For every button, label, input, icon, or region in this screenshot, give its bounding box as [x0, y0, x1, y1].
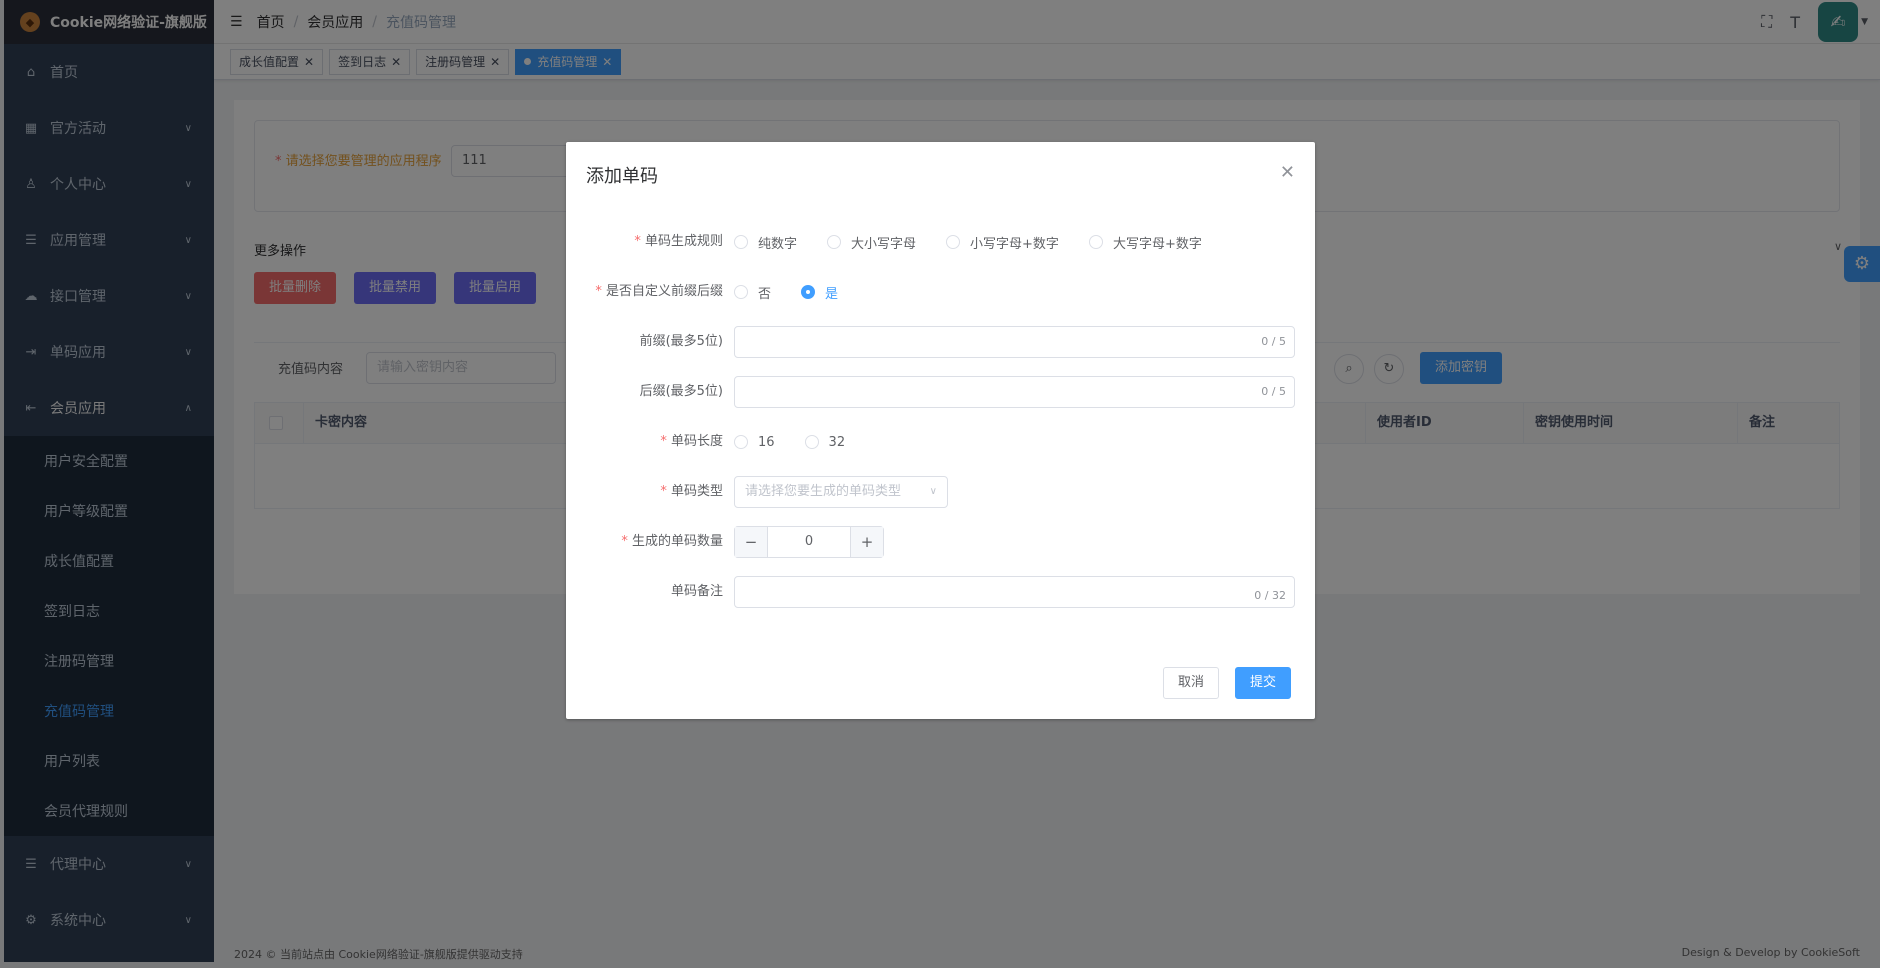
row-length: * 单码长度 16 32 — [566, 426, 1315, 458]
length-radio-group: 16 32 — [734, 426, 875, 458]
radio-length-16[interactable]: 16 — [734, 435, 775, 450]
rule-radio-group: 纯数字 大小写字母 小写字母+数字 大写字母+数字 — [734, 226, 1232, 258]
quantity-input[interactable]: 0 — [767, 527, 851, 557]
row-custom: * 是否自定义前缀后缀 否 是 — [566, 276, 1315, 308]
prefix-input[interactable]: 0 / 5 — [734, 326, 1295, 358]
radio-circle — [804, 435, 819, 449]
type-select[interactable]: 请选择您要生成的单码类型 ∨ — [734, 476, 948, 508]
row-suffix: 后缀(最多5位) 0 / 5 — [566, 376, 1315, 408]
radio-rule-mixed-letters[interactable]: 大小写字母 — [827, 233, 916, 252]
radio-custom-no[interactable]: 否 — [734, 283, 771, 302]
custom-radio-group: 否 是 — [734, 276, 868, 308]
add-code-dialog: 添加单码 ✕ * 单码生成规则 纯数字 大小写字母 小写字母+数字 大写字母+数… — [566, 142, 1315, 719]
submit-button[interactable]: 提交 — [1235, 667, 1292, 699]
chevron-down-icon: ∨ — [929, 486, 937, 497]
radio-rule-lower-digits[interactable]: 小写字母+数字 — [946, 233, 1059, 252]
decrement-button[interactable]: − — [735, 527, 767, 557]
row-note: 单码备注 0 / 32 — [566, 576, 1315, 608]
row-rule: * 单码生成规则 纯数字 大小写字母 小写字母+数字 大写字母+数字 — [566, 226, 1315, 258]
row-prefix: 前缀(最多5位) 0 / 5 — [566, 326, 1315, 358]
radio-custom-yes[interactable]: 是 — [801, 283, 838, 302]
radio-rule-upper-digits[interactable]: 大写字母+数字 — [1088, 233, 1202, 252]
custom-label: * 是否自定义前缀后缀 — [595, 284, 723, 299]
close-icon[interactable]: ✕ — [1280, 162, 1295, 183]
suffix-count: 0 / 5 — [1261, 385, 1286, 398]
radio-circle — [827, 235, 842, 249]
radio-circle — [801, 285, 816, 299]
radio-circle — [734, 285, 748, 299]
prefix-label: 前缀(最多5位) — [639, 334, 723, 349]
type-select-placeholder: 请选择您要生成的单码类型 — [745, 484, 902, 499]
note-count: 0 / 32 — [1254, 589, 1286, 602]
radio-circle — [1088, 235, 1103, 249]
cancel-button[interactable]: 取消 — [1163, 667, 1220, 699]
app-root: ◆ Cookie网络验证-旗舰版 ⌂ 首页 ▦ 官方活动 ∨ ♙ 个人中心 ∨ … — [0, 0, 1880, 968]
note-textarea[interactable]: 0 / 32 — [734, 576, 1295, 608]
rule-label: * 单码生成规则 — [634, 234, 723, 249]
prefix-count: 0 / 5 — [1261, 335, 1286, 348]
type-label: * 单码类型 — [660, 484, 723, 499]
increment-button[interactable]: + — [851, 527, 883, 557]
radio-circle — [734, 235, 748, 249]
row-quantity: * 生成的单码数量 − 0 + — [566, 526, 1315, 558]
suffix-label: 后缀(最多5位) — [639, 384, 723, 399]
radio-circle — [734, 435, 748, 449]
quantity-label: * 生成的单码数量 — [621, 534, 723, 549]
radio-length-32[interactable]: 32 — [804, 435, 845, 450]
suffix-input[interactable]: 0 / 5 — [734, 376, 1295, 408]
note-label: 单码备注 — [670, 584, 723, 599]
dialog-title: 添加单码 — [586, 166, 658, 187]
row-type: * 单码类型 请选择您要生成的单码类型 ∨ — [566, 476, 1315, 508]
radio-rule-digits[interactable]: 纯数字 — [734, 233, 797, 252]
radio-circle — [946, 235, 961, 249]
length-label: * 单码长度 — [660, 434, 723, 449]
quantity-stepper: − 0 + — [734, 526, 884, 558]
